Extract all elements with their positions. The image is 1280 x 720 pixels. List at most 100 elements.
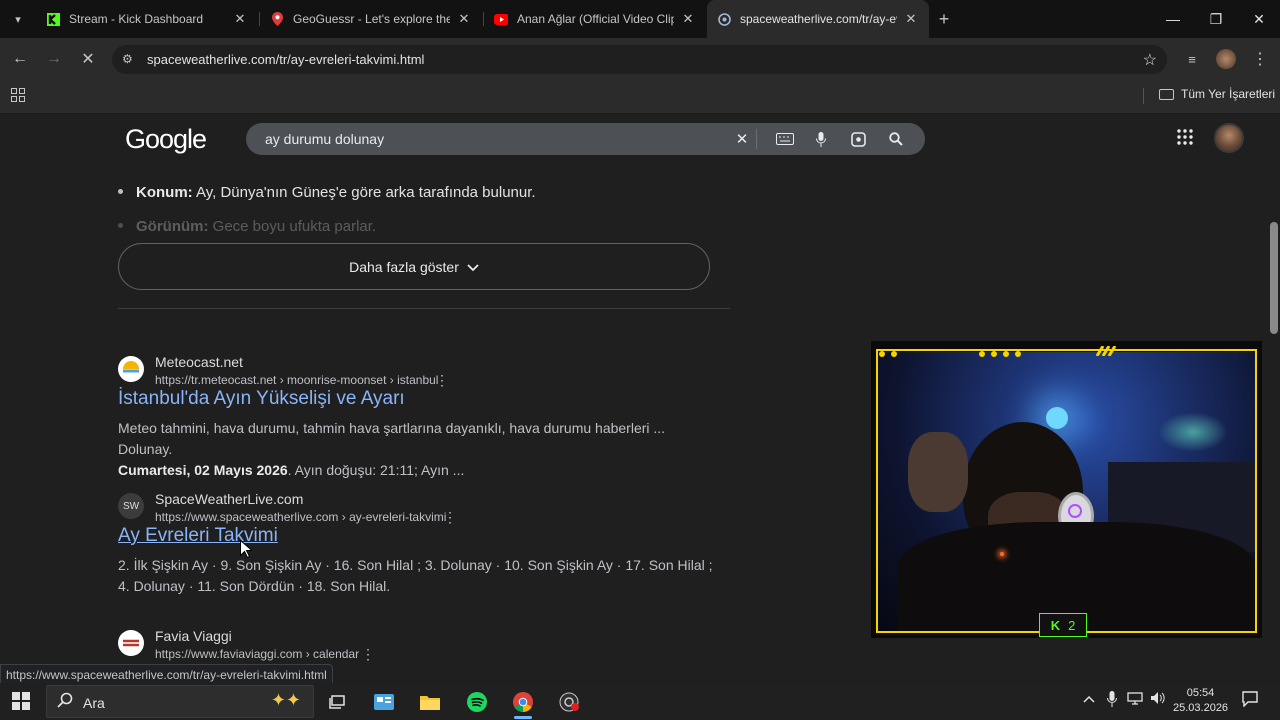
frame-dots <box>879 345 919 357</box>
mouse-cursor-icon <box>240 539 254 563</box>
result-url[interactable]: https://www.spaceweatherlive.com › ay-ev… <box>155 510 446 524</box>
all-bookmarks-folder[interactable]: Tüm Yer İşaretleri <box>1159 87 1275 101</box>
widgets-icon[interactable] <box>369 687 399 717</box>
minimize-button[interactable]: — <box>1153 0 1193 38</box>
clear-icon[interactable]: ✕ <box>732 129 752 149</box>
taskbar-search-label: Ara <box>83 695 105 711</box>
geoguessr-icon <box>270 12 284 26</box>
google-account-avatar[interactable] <box>1214 123 1244 153</box>
result-site-name: Favia Viaggi <box>155 628 232 644</box>
stop-loading-icon[interactable]: ✕ <box>76 47 100 71</box>
webcam-overlay: K 2 <box>871 341 1262 638</box>
bookmarks-bar: Tüm Yer İşaretleri <box>0 80 1280 114</box>
google-apps-icon[interactable] <box>1177 129 1197 149</box>
back-arrow-icon[interactable]: ← <box>8 47 32 71</box>
show-more-button[interactable]: Daha fazla göster <box>118 243 710 290</box>
result-url[interactable]: https://tr.meteocast.net › moonrise-moon… <box>155 373 438 387</box>
forward-arrow-icon[interactable]: → <box>42 47 66 71</box>
tab-bar: ▾ Stream - Kick Dashboard ✕ GeoGuessr - … <box>0 0 1280 38</box>
close-icon[interactable]: ✕ <box>456 11 472 27</box>
network-icon[interactable] <box>1127 691 1143 708</box>
file-explorer-icon[interactable] <box>415 687 445 717</box>
close-icon[interactable]: ✕ <box>680 11 696 27</box>
site-info-icon[interactable]: ⚙ <box>122 52 136 66</box>
tab-kick[interactable]: Stream - Kick Dashboard ✕ <box>36 0 258 38</box>
result-snippet: 2. İlk Şişkin Ay · 9. Son Şişkin Ay · 16… <box>118 557 713 594</box>
obs-icon[interactable] <box>554 687 584 717</box>
tab-title: GeoGuessr - Let's explore the w <box>293 12 450 26</box>
spaceweather-icon <box>717 12 731 26</box>
result-title-link[interactable]: İstanbul'da Ayın Yükselişi ve Ayarı <box>118 388 405 410</box>
close-icon[interactable]: ✕ <box>232 11 248 27</box>
spotify-icon[interactable] <box>462 687 492 717</box>
address-bar[interactable]: ⚙ spaceweatherlive.com/tr/ay-evreleri-ta… <box>112 45 1167 74</box>
more-options-icon[interactable]: ⋮ <box>443 509 457 526</box>
search-result: SW SpaceWeatherLive.com https://www.spac… <box>118 491 758 603</box>
faviaviaggi-favicon-icon <box>118 630 144 656</box>
tab-geoguessr[interactable]: GeoGuessr - Let's explore the w ✕ <box>260 0 482 38</box>
search-query[interactable]: ay durumu dolunay <box>265 131 384 147</box>
bookmark-star-icon[interactable]: ☆ <box>1143 50 1157 70</box>
result-title-link[interactable]: Ay Evreleri Takvimi <box>118 525 278 547</box>
clock-time: 05:54 <box>1186 687 1215 699</box>
system-clock[interactable]: 05:54 25.03.2026 <box>1173 686 1228 716</box>
spaceweatherlive-favicon-icon: SW <box>118 493 144 519</box>
menu-kebab-icon[interactable]: ⋮ <box>1248 47 1272 71</box>
bullet-item: Görünüm: Gece boyu ufukta parlar. <box>118 218 376 235</box>
tab-spaceweather[interactable]: spaceweatherlive.com/tr/ay-ev ✕ <box>707 0 929 38</box>
google-logo[interactable]: Google <box>125 124 207 155</box>
divider <box>118 308 730 309</box>
more-options-icon[interactable]: ⋮ <box>435 372 449 389</box>
close-icon[interactable]: ✕ <box>903 11 919 27</box>
tab-search-button[interactable]: ▾ <box>6 8 30 30</box>
search-icon[interactable] <box>886 129 906 149</box>
tab-title: Stream - Kick Dashboard <box>69 12 204 26</box>
tab-title: Anan Ağlar (Official Video Clip) <box>517 12 674 26</box>
microphone-icon[interactable] <box>811 129 831 149</box>
kick-viewer-badge: K 2 <box>1039 613 1087 637</box>
bullet-item: Konum: Ay, Dünya'nın Güneş'e göre arka t… <box>118 184 536 201</box>
result-snippet: Meteo tahmini, hava durumu, tahmin hava … <box>118 420 666 478</box>
new-tab-button[interactable]: + <box>933 8 955 30</box>
lens-camera-icon[interactable] <box>848 129 868 149</box>
windows-start-icon[interactable] <box>12 692 30 710</box>
viewer-count: 2 <box>1068 617 1076 633</box>
frame-stripes <box>1095 343 1119 357</box>
result-site-name: SpaceWeatherLive.com <box>155 491 304 507</box>
url-text: spaceweatherlive.com/tr/ay-evreleri-takv… <box>147 52 425 67</box>
chrome-icon[interactable] <box>508 687 538 719</box>
restore-button[interactable]: ❐ <box>1196 0 1236 38</box>
tab-title: spaceweatherlive.com/tr/ay-ev <box>740 12 897 26</box>
tab-youtube[interactable]: Anan Ağlar (Official Video Clip) ✕ <box>484 0 706 38</box>
result-url[interactable]: https://www.faviaviaggi.com › calendar <box>155 647 359 661</box>
clock-date: 25.03.2026 <box>1173 702 1229 714</box>
tray-chevron-up-icon[interactable] <box>1083 691 1095 706</box>
task-view-icon[interactable] <box>322 687 352 717</box>
profile-avatar[interactable] <box>1214 47 1238 71</box>
meteocast-favicon-icon <box>118 356 144 382</box>
reading-list-icon[interactable]: ≡ <box>1180 47 1204 71</box>
youtube-icon <box>494 12 508 26</box>
more-options-icon[interactable]: ⋮ <box>361 646 375 663</box>
microphone-icon[interactable] <box>1107 691 1117 710</box>
scrollbar-thumb[interactable] <box>1270 222 1278 334</box>
kick-icon: K <box>1050 617 1061 633</box>
notifications-icon[interactable] <box>1242 691 1258 710</box>
result-site-name: Meteocast.net <box>155 354 243 370</box>
all-bookmarks-label: Tüm Yer İşaretleri <box>1181 87 1276 101</box>
google-header: Google ay durumu dolunay ✕ <box>0 114 1268 162</box>
page-scrollbar[interactable] <box>1268 114 1280 688</box>
webcam-frame <box>876 349 1257 633</box>
apps-grid-icon[interactable] <box>11 88 25 102</box>
chevron-down-icon <box>467 259 479 275</box>
kick-icon <box>46 12 60 26</box>
folder-icon <box>1159 88 1174 100</box>
google-search-box[interactable]: ay durumu dolunay ✕ <box>246 123 925 155</box>
keyboard-icon[interactable] <box>775 129 795 149</box>
windows-taskbar: Ara ✦✦ 05:54 25.03.2026 <box>0 683 1280 720</box>
volume-icon[interactable] <box>1150 691 1166 708</box>
frame-dots <box>979 345 1029 357</box>
show-more-label: Daha fazla göster <box>349 258 459 275</box>
taskbar-search[interactable]: Ara ✦✦ <box>46 685 314 718</box>
window-close-button[interactable]: ✕ <box>1239 0 1279 38</box>
